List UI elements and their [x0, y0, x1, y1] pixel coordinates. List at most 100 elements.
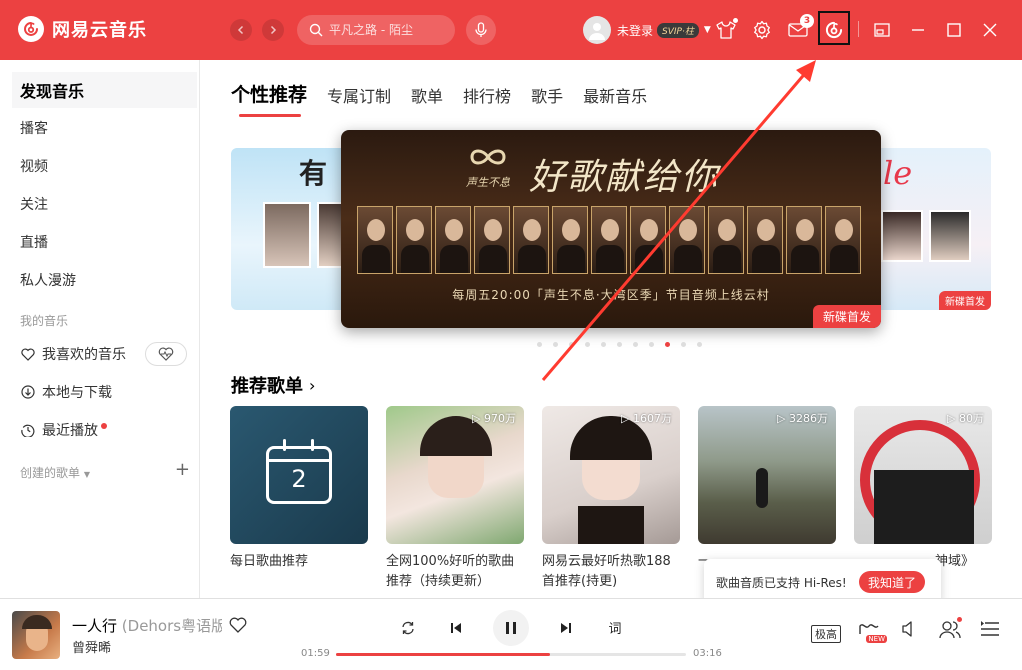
playlist-cover[interactable]: ▷ 1607万	[542, 406, 680, 544]
back-button[interactable]	[230, 19, 252, 41]
chevron-down-icon[interactable]: ▼	[704, 25, 711, 35]
tab-personal[interactable]: 个性推荐	[231, 80, 308, 117]
search-input[interactable]	[329, 23, 449, 37]
tab-playlists[interactable]: 歌单	[411, 83, 443, 107]
volume-button[interactable]	[899, 617, 921, 641]
playlist-card-daily[interactable]: 2 每日歌曲推荐	[230, 406, 368, 572]
created-playlists-heading[interactable]: 创建的歌单 ▼ +	[20, 459, 190, 481]
artist-portrait	[591, 206, 627, 274]
playlist-card[interactable]: ▷ 970万 全网100%好听的歌曲推荐（持续更新）	[386, 406, 524, 592]
minimize-button[interactable]	[906, 18, 930, 42]
sidebar-item-podcast[interactable]: 播客	[12, 110, 197, 146]
tab-charts[interactable]: 排行榜	[463, 83, 511, 107]
banner-dot[interactable]	[569, 342, 574, 347]
user-login[interactable]: 未登录 SVIP·柱 ▼	[583, 16, 711, 44]
sidebar-item-label: 我喜欢的音乐	[42, 347, 126, 363]
banner-dot[interactable]	[681, 342, 686, 347]
sidebar-item-local[interactable]: 本地与下载	[12, 374, 197, 410]
recommend-playlists-heading[interactable]: 推荐歌单 ›	[231, 372, 315, 398]
mail-count-badge: 3	[800, 14, 814, 28]
song-title[interactable]: 一人行 (Dehors粤语版)	[72, 615, 222, 636]
skin-button[interactable]	[714, 18, 738, 42]
artist-photo	[263, 202, 311, 268]
tab-artists[interactable]: 歌手	[531, 83, 563, 107]
heartbeat-icon	[158, 347, 174, 361]
login-text[interactable]: 未登录	[617, 22, 653, 39]
sidebar-item-recent[interactable]: 最近播放	[12, 412, 197, 448]
sidebar-item-label: 最近播放	[42, 423, 98, 439]
next-icon	[561, 623, 571, 633]
avatar[interactable]	[583, 16, 611, 44]
progress-bar[interactable]	[336, 653, 686, 656]
sidebar-item-liked[interactable]: 我喜欢的音乐	[12, 336, 197, 372]
section-title: 推荐歌单	[231, 376, 303, 397]
like-button[interactable]	[228, 615, 248, 635]
forward-button[interactable]	[262, 19, 284, 41]
banner-dot[interactable]	[633, 342, 638, 347]
next-button[interactable]	[556, 618, 576, 638]
tab-new-music[interactable]: 最新音乐	[583, 83, 647, 107]
sidebar-item-video[interactable]: 视频	[12, 148, 197, 184]
banner-dot[interactable]	[697, 342, 702, 347]
banner-main[interactable]: 声生不息 好歌献给你 每周五20:00「声生不息·大湾区季」节目音频上线云村 新…	[341, 130, 881, 328]
listen-together-button[interactable]	[938, 617, 962, 641]
banner-dot[interactable]	[665, 342, 670, 347]
playlist-cover[interactable]: 2	[230, 406, 368, 544]
quality-button[interactable]: 极高	[811, 625, 841, 643]
new-album-tag: 新碟首发	[939, 291, 991, 310]
loop-mode-button[interactable]	[398, 618, 418, 638]
artist-portrait	[552, 206, 588, 274]
playlist-cover[interactable]: ▷ 970万	[386, 406, 524, 544]
playlist-card[interactable]: ▷ 3286万 一	[698, 406, 836, 572]
previous-button[interactable]	[446, 618, 466, 638]
playlist-name[interactable]: 每日歌曲推荐	[230, 552, 368, 572]
got-it-button[interactable]: 我知道了	[858, 571, 925, 593]
lyrics-button[interactable]: 词	[604, 617, 626, 637]
voice-search-button[interactable]	[466, 15, 496, 45]
sidebar-item-live[interactable]: 直播	[12, 224, 197, 260]
playlist-queue-button[interactable]	[979, 617, 1001, 641]
sound-effect-button[interactable]: NEW	[855, 617, 887, 643]
total-time: 03:16	[693, 648, 722, 659]
banner-dot[interactable]	[649, 342, 654, 347]
playlist-card[interactable]: ▷ 80万 神域》	[854, 406, 992, 572]
add-playlist-icon[interactable]: +	[175, 459, 190, 481]
close-button[interactable]	[978, 18, 1002, 42]
banner-dot[interactable]	[585, 342, 590, 347]
netease-logo-icon	[18, 16, 44, 42]
search-box[interactable]	[297, 15, 455, 45]
sidebar-item-fm[interactable]: 私人漫游	[12, 262, 197, 298]
play-count: ▷ 970万	[472, 412, 516, 425]
mini-mode-button[interactable]	[870, 18, 894, 42]
heartbeat-mode-button[interactable]	[145, 342, 187, 366]
artist-name[interactable]: 曾舜晞	[72, 637, 111, 656]
sidebar-item-discover[interactable]: 发现音乐	[12, 72, 197, 108]
app-logo[interactable]: 网易云音乐	[18, 16, 147, 42]
banner-dot[interactable]	[617, 342, 622, 347]
playlist-cover[interactable]: ▷ 3286万	[698, 406, 836, 544]
chevron-right-icon[interactable]: ›	[309, 376, 315, 395]
chevron-down-icon[interactable]: ▼	[84, 470, 90, 479]
user-icon	[589, 23, 605, 40]
playlist-cover[interactable]: ▷ 80万	[854, 406, 992, 544]
sidebar-item-follow[interactable]: 关注	[12, 186, 197, 222]
pause-button[interactable]	[493, 610, 529, 646]
playlist-name[interactable]: 全网100%好听的歌曲推荐（持续更新）	[386, 552, 524, 592]
tab-label: 个性推荐	[231, 84, 308, 106]
tab-custom[interactable]: 专属订制	[327, 83, 391, 107]
maximize-button[interactable]	[942, 18, 966, 42]
settings-button[interactable]	[750, 18, 774, 42]
playlist-card[interactable]: ▷ 1607万 网易云最好听热歌188首推荐(持更)	[542, 406, 680, 592]
banner-dot[interactable]	[553, 342, 558, 347]
banner-dot[interactable]	[601, 342, 606, 347]
mail-button[interactable]: 3	[786, 14, 814, 42]
pause-icon	[506, 622, 516, 634]
discover-tabs: 个性推荐 专属订制 歌单 排行榜 歌手 最新音乐	[231, 80, 667, 117]
close-icon	[983, 23, 997, 37]
banner-dot[interactable]	[537, 342, 542, 347]
vip-badge[interactable]: SVIP·柱	[657, 22, 699, 38]
current-time: 01:59	[301, 648, 330, 659]
playlist-name[interactable]: 网易云最好听热歌188首推荐(持更)	[542, 552, 680, 592]
album-cover[interactable]	[12, 611, 60, 659]
banner-caption: 每周五20:00「声生不息·大湾区季」节目音频上线云村	[452, 288, 770, 302]
